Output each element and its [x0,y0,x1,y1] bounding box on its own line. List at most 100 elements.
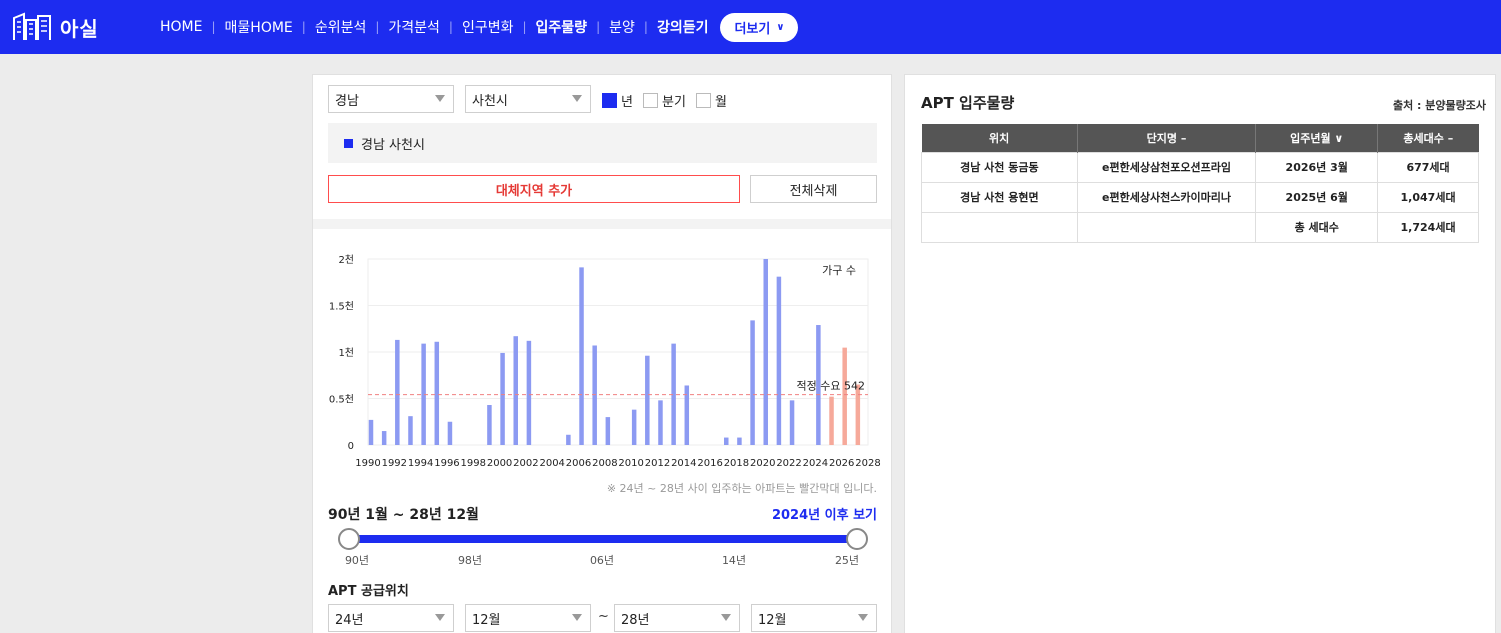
checkbox-empty-icon [696,93,711,108]
x-tick-label: 1994 [408,458,433,469]
x-tick-label: 2000 [487,458,512,469]
province-select[interactable]: 경남 [328,85,454,113]
col-header-location[interactable]: 위치 [921,124,1078,152]
range-slider-end-handle[interactable] [846,528,868,550]
col-header-households[interactable]: 총세대수 – [1377,124,1479,152]
range-label: 90년 1월 ~ 28년 12월 [328,507,479,523]
after-2024-link[interactable]: 2024년 이후 보기 [740,504,877,523]
chevron-down-icon [572,95,582,102]
slider-tick-label: 90년 [344,554,370,567]
period-checkbox-month[interactable]: 월 [696,91,727,110]
selected-region-label: 경남 사천시 [361,137,425,153]
col-header-complex[interactable]: 단지명 – [1077,124,1257,152]
city-select-value: 사천시 [472,93,508,109]
chart-bar [381,431,387,445]
more-menu-label: 더보기 [734,21,771,37]
table-header-row: 위치 단지명 – 입주년월 ∨ 총세대수 – [921,124,1479,152]
cell-complex: e편한세상사천스카이마리나 [1076,181,1257,213]
apt-supply-title: APT 입주물량 [921,94,1015,112]
x-tick-label: 2018 [724,458,749,469]
x-tick-label: 2014 [671,458,696,469]
to-month-select[interactable]: 12월 [751,604,877,632]
to-year-select[interactable]: 28년 [614,604,740,632]
cell-empty [1076,211,1257,243]
checkbox-empty-icon [643,93,658,108]
cell-complex: e편한세상삼천포오션프라임 [1076,151,1257,183]
table-total-row: 총 세대수 1,724세대 [921,211,1479,243]
from-year-select[interactable]: 24년 [328,604,454,632]
from-year-value: 24년 [335,612,364,628]
reference-line-label: 적정 수요 542 [797,380,865,393]
chart-note: ※ 24년 ~ 28년 사이 입주하는 아파트는 빨간막대 입니다. [606,482,877,495]
nav-item-7[interactable]: 강의듣기 [657,17,709,37]
clear-all-button[interactable]: 전체삭제 [750,175,877,203]
y-tick-label: 1.5천 [329,301,354,313]
nav-item-4[interactable]: 인구변화 [462,17,514,37]
slider-tick-label: 25년 [834,554,860,567]
chart-bar [645,355,650,445]
x-tick-label: 2004 [539,458,564,469]
range-slider-track[interactable] [349,535,857,543]
chevron-down-icon [721,614,731,621]
series-color-swatch [344,138,353,148]
x-tick-label: 1998 [461,458,486,469]
period-checkbox-quarter[interactable]: 분기 [643,91,686,110]
nav-item-0[interactable]: HOME [160,19,202,35]
y-tick-label: 0.5천 [329,394,354,406]
total-value: 1,724세대 [1377,211,1479,243]
chart-bar [368,419,374,445]
col-header-move-in[interactable]: 입주년월 ∨ [1255,124,1379,152]
range-slider-start-handle[interactable] [338,528,360,550]
cell-location: 경남 사천 용현면 [921,181,1078,213]
more-menu-button[interactable]: 더보기 ∨ [720,12,799,42]
nav-separator: | [448,20,453,34]
chart-bar [763,259,768,445]
chart-bar [579,267,584,445]
y-tick-label: 1천 [338,347,354,359]
slider-tick-label: 98년 [457,554,483,567]
period-label-quarter: 분기 [662,95,686,110]
table-row[interactable]: 경남 사천 동금동 e편한세상삼천포오션프라임 2026년 3월 677세대 [921,151,1479,183]
city-select[interactable]: 사천시 [465,85,591,113]
x-tick-label: 2012 [645,458,670,469]
chart-bar [395,339,400,445]
add-region-button[interactable]: 대체지역 추가 [328,175,740,203]
nav-item-6[interactable]: 분양 [609,17,635,37]
period-label-month: 월 [715,95,727,110]
chart-bar [829,396,834,445]
chart-bar [447,421,453,445]
from-month-select[interactable]: 12월 [465,604,591,632]
chart-bar [776,276,782,445]
x-tick-label: 2024 [803,458,828,469]
province-select-value: 경남 [335,93,359,109]
apt-location-title: APT 공급위치 [328,584,409,599]
x-tick-label: 2022 [776,458,801,469]
cell-move-in: 2026년 3월 [1255,151,1379,183]
chevron-down-icon [572,614,582,621]
chart-bar [500,352,505,445]
chart-bar [750,320,755,445]
y-tick-label: 0 [348,441,354,452]
chevron-down-icon [435,95,445,102]
chart-bar [631,409,637,445]
nav-item-5[interactable]: 입주물량 [536,17,588,37]
nav-item-1[interactable]: 매물HOME [225,17,293,37]
slider-tick-label: 06년 [589,554,615,567]
x-tick-label: 1996 [434,458,459,469]
chart-bar [724,437,729,445]
section-divider [313,219,891,229]
nav-separator: | [522,20,527,34]
chevron-down-icon [858,614,868,621]
top-nav-bar: 아실 HOME | 매물HOME | 순위분석 | 가격분석 | 인구변화 | 입주물량 | 분양 | 강의… [0,0,1501,54]
brand-logo[interactable]: 아실 [12,9,99,45]
period-checkbox-year[interactable]: 년 [602,91,633,110]
to-year-value: 28년 [621,612,650,628]
nav-item-3[interactable]: 가격분석 [388,17,440,37]
nav-item-2[interactable]: 순위분석 [315,17,367,37]
selected-region-bar: 경남 사천시 [328,123,877,163]
supply-bar-chart: 00.5천1천1.5천2천1990 1992 1994 1996 1998 2000 200… [329,254,881,469]
apt-supply-table: 위치 단지명 – 입주년월 ∨ 총세대수 – 경남 사천 동금동 e편한세상삼천… [921,124,1479,243]
table-row[interactable]: 경남 사천 용현면 e편한세상사천스카이마리나 2025년 6월 1,047세대 [921,181,1479,213]
chart-bar [592,345,597,445]
chevron-down-icon: ∨ [776,21,785,33]
